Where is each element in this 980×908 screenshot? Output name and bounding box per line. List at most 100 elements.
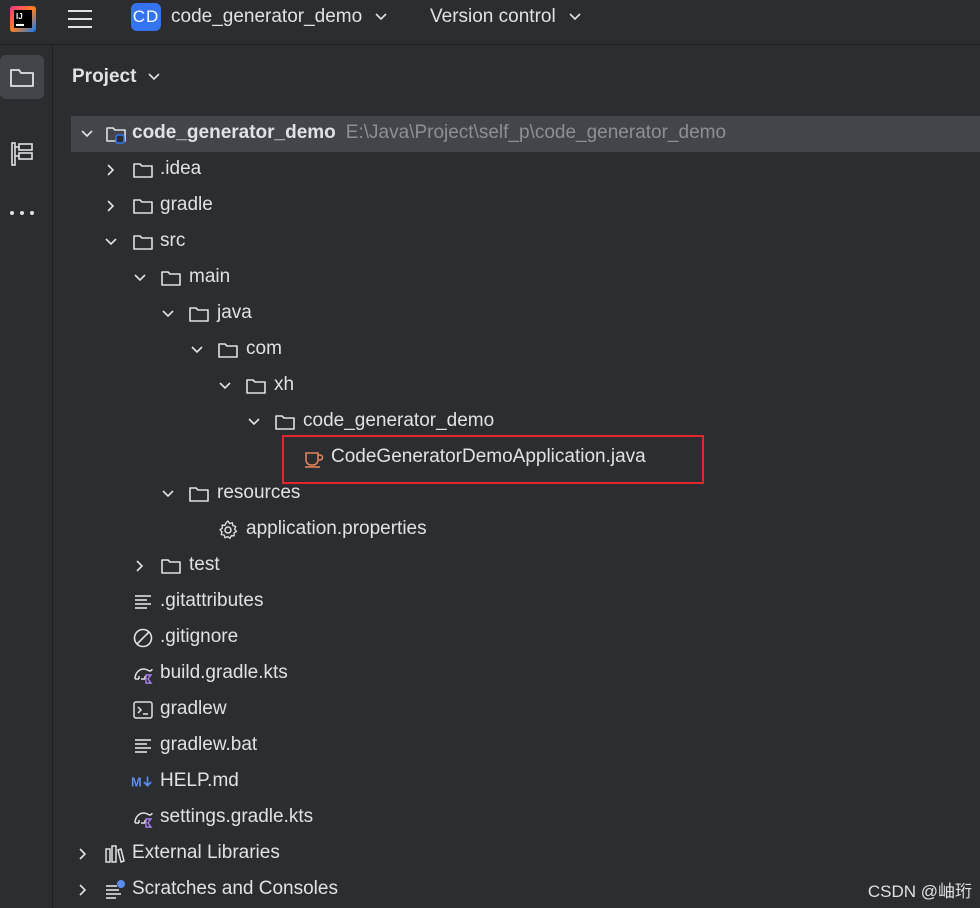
tree-node-com[interactable]: com <box>53 332 980 368</box>
tree-node-label: code_generator_demo <box>303 410 495 431</box>
package-icon <box>246 379 266 394</box>
folder-icon <box>161 559 181 574</box>
tree-node-root[interactable]: code_generator_demo E:\Java\Project\self_… <box>71 116 980 152</box>
project-name: code_generator_demo <box>171 6 363 27</box>
root-path: E:\Java\Project\self_p\code_generator_de… <box>345 122 727 143</box>
gear-icon <box>219 520 238 539</box>
package-icon <box>275 415 295 430</box>
tree-node-label: External Libraries <box>132 842 280 863</box>
svg-text:IJ: IJ <box>16 12 23 21</box>
project-badge[interactable]: CD <box>131 3 161 31</box>
intellij-logo-icon[interactable]: IJ <box>10 6 36 32</box>
tree-node-main[interactable]: main <box>53 260 980 296</box>
structure-icon <box>11 142 33 166</box>
module-folder-icon <box>106 127 126 144</box>
tree-node-external-libraries[interactable]: External Libraries <box>53 836 980 872</box>
version-control-menu[interactable]: Version control <box>430 6 581 28</box>
tree-node-scratches[interactable]: Scratches and Consoles <box>53 872 980 908</box>
chevron-right-icon <box>107 200 115 212</box>
tree-node-src[interactable]: src <box>53 224 980 260</box>
title-bar: IJ CD code_generator_demo Version contro… <box>0 0 980 45</box>
folder-icon <box>133 235 153 250</box>
chevron-down-icon <box>134 274 146 282</box>
chevron-down-icon <box>191 346 203 354</box>
tree-node-gradle[interactable]: gradle <box>53 188 980 224</box>
tree-node-label: Scratches and Consoles <box>132 878 338 899</box>
chevron-down-icon <box>105 238 117 246</box>
chevron-right-icon <box>107 164 115 176</box>
chevron-down-icon <box>219 382 231 390</box>
tree-node-label: application.properties <box>246 518 427 539</box>
tree-node-label: gradlew <box>160 698 227 719</box>
folder-icon <box>161 271 181 286</box>
tree-node-label: code_generator_demo E:\Java\Project\self_… <box>132 122 726 144</box>
chevron-down-icon <box>569 13 581 21</box>
tree-node-app-properties[interactable]: application.properties <box>53 512 980 548</box>
tree-node-label: .gitattributes <box>160 590 264 611</box>
folder-icon <box>10 69 34 87</box>
tree-node-java[interactable]: java <box>53 296 980 332</box>
watermark: CSDN @岫珩 <box>867 882 972 901</box>
chevron-down-icon <box>162 490 174 498</box>
tree-node-xh[interactable]: xh <box>53 368 980 404</box>
svg-text:M: M <box>131 775 142 790</box>
tree-node-idea[interactable]: .idea <box>53 152 980 188</box>
project-switcher[interactable]: code_generator_demo <box>171 6 388 28</box>
folder-icon <box>133 163 153 178</box>
chevron-down-icon <box>81 130 93 138</box>
scratches-icon <box>106 880 125 899</box>
text-file-icon <box>135 739 151 753</box>
gradle-icon <box>134 668 153 684</box>
resources-folder-icon <box>189 487 209 502</box>
more-tools-button[interactable] <box>0 191 44 235</box>
chevron-down-icon <box>162 310 174 318</box>
folder-icon <box>133 199 153 214</box>
tree-node-label: test <box>189 554 220 575</box>
version-control-label: Version control <box>430 6 556 27</box>
tree-node-test[interactable]: test <box>53 548 980 584</box>
root-name: code_generator_demo <box>132 122 336 143</box>
library-icon <box>105 845 125 863</box>
terminal-file-icon <box>133 701 153 719</box>
package-icon <box>218 343 238 358</box>
chevron-down-icon <box>375 13 388 21</box>
tree-node-label: .idea <box>160 158 202 179</box>
tree-node-label: HELP.md <box>160 770 239 791</box>
gradle-icon <box>134 812 153 828</box>
tree-node-gradlew-bat[interactable]: gradlew.bat <box>53 728 980 764</box>
tree-node-help-md[interactable]: M HELP.md <box>53 764 980 800</box>
tree-node-label: com <box>246 338 282 359</box>
tree-node-gradlew[interactable]: gradlew <box>53 692 980 728</box>
ignore-file-icon <box>133 628 153 648</box>
highlight-annotation-box <box>282 435 704 484</box>
tree-node-label: build.gradle.kts <box>160 662 288 683</box>
tree-node-label: resources <box>217 482 301 503</box>
tree-node-label: xh <box>274 374 295 395</box>
tree-node-build-gradle[interactable]: build.gradle.kts <box>53 656 980 692</box>
tree-node-label: gradle <box>160 194 213 215</box>
markdown-icon: M <box>131 775 152 790</box>
tree-node-gitattributes[interactable]: .gitattributes <box>53 584 980 620</box>
tree-node-label: gradlew.bat <box>160 734 258 755</box>
chevron-right-icon <box>79 884 87 896</box>
main-menu-icon[interactable] <box>66 7 94 31</box>
tree-node-gitignore[interactable]: .gitignore <box>53 620 980 656</box>
source-folder-icon <box>189 307 209 322</box>
tree-node-settings-gradle[interactable]: settings.gradle.kts <box>53 800 980 836</box>
chevron-right-icon <box>79 848 87 860</box>
tree-node-label: .gitignore <box>160 626 239 647</box>
chevron-right-icon <box>136 560 144 572</box>
chevron-down-icon <box>148 73 160 81</box>
panel-title-label: Project <box>72 66 137 87</box>
text-file-icon <box>135 595 151 609</box>
chevron-down-icon <box>248 418 260 426</box>
tree-node-label: java <box>217 302 252 323</box>
project-tool-button[interactable] <box>0 55 44 99</box>
tree-node-label: settings.gradle.kts <box>160 806 314 827</box>
tree-node-label: src <box>160 230 186 251</box>
tree-node-label: main <box>189 266 231 287</box>
more-horizontal-icon <box>10 211 34 215</box>
structure-tool-button[interactable] <box>0 132 44 176</box>
project-panel-title[interactable]: Project <box>72 66 160 88</box>
tool-window-strip <box>0 45 53 908</box>
